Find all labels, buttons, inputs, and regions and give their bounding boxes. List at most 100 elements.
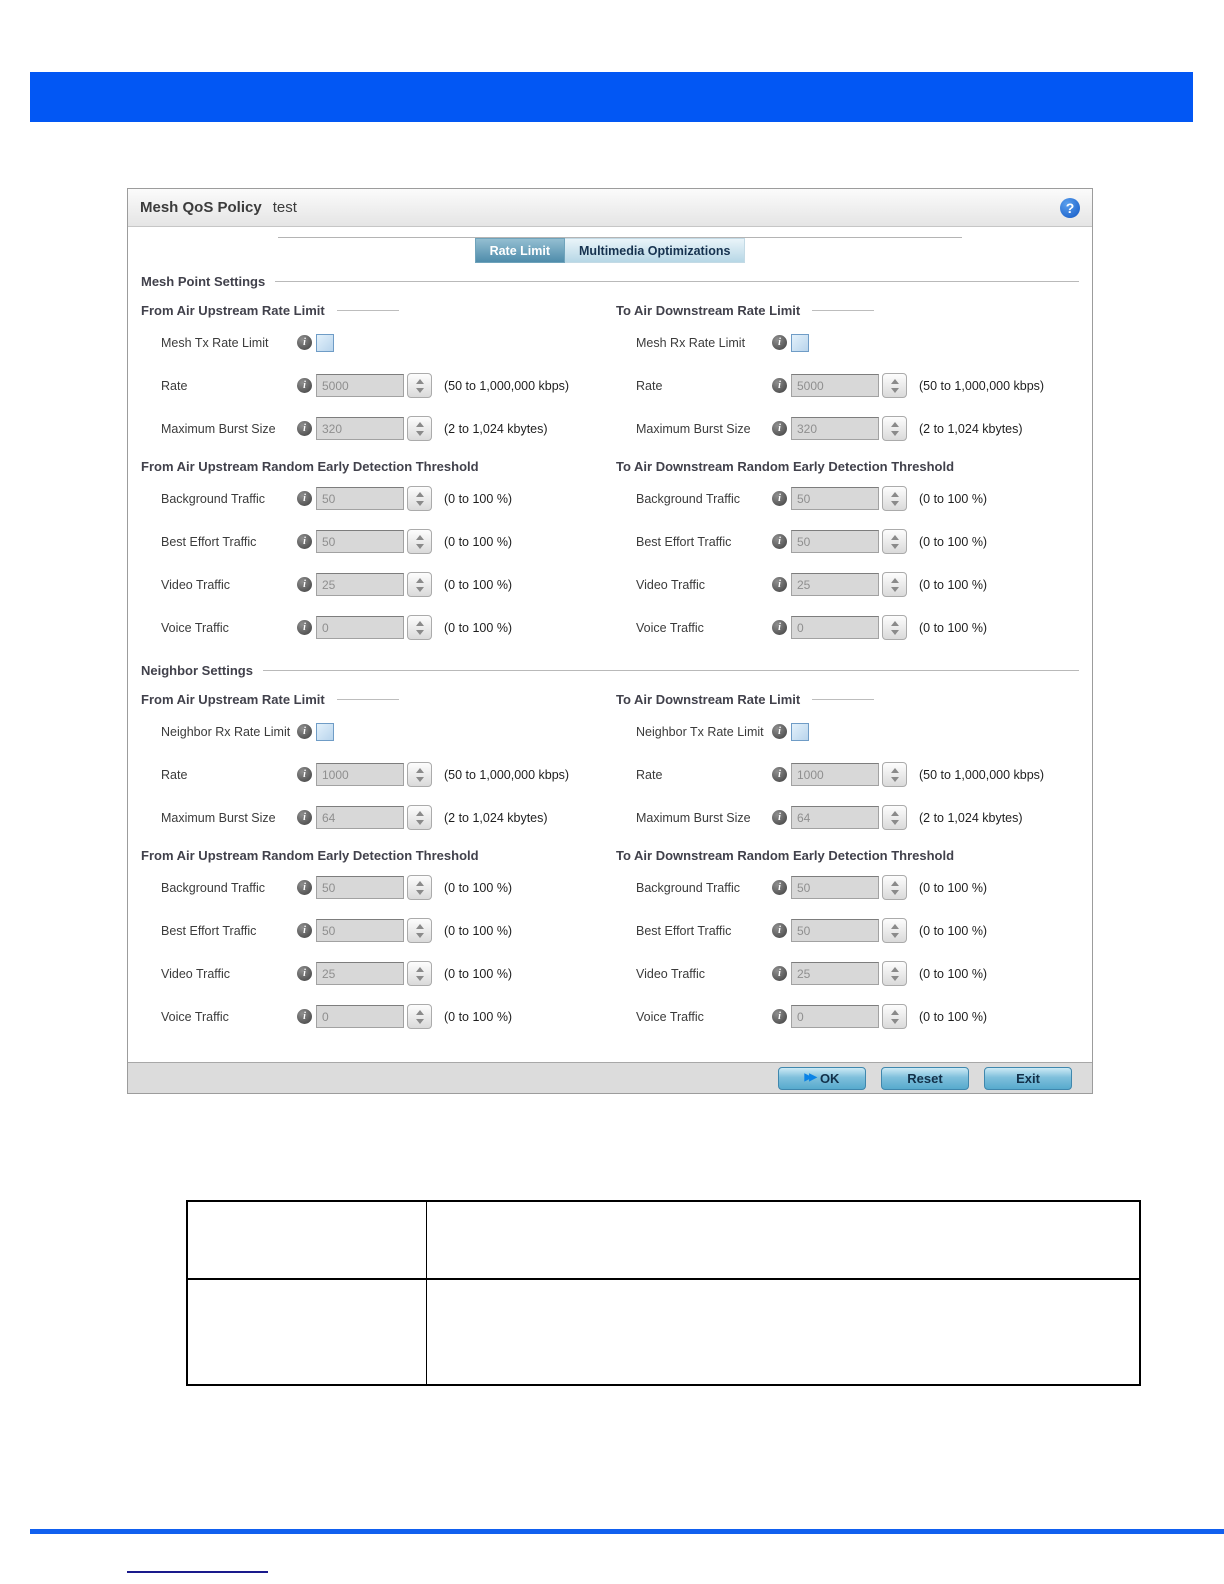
background-traffic-input[interactable] [316, 487, 404, 510]
info-icon[interactable] [772, 1009, 787, 1024]
info-icon[interactable] [297, 491, 312, 506]
info-icon[interactable] [297, 810, 312, 825]
video-traffic-input[interactable] [791, 573, 879, 596]
info-icon[interactable] [297, 966, 312, 981]
spinner[interactable] [882, 572, 907, 597]
spinner-down-icon[interactable] [890, 889, 899, 895]
spinner[interactable] [407, 615, 432, 640]
mesh-rx-rate-limit-checkbox[interactable] [791, 333, 809, 352]
spinner[interactable] [882, 529, 907, 554]
best-effort-traffic-input[interactable] [316, 919, 404, 942]
info-icon[interactable] [772, 577, 787, 592]
spinner-down-icon[interactable] [415, 430, 424, 436]
info-icon[interactable] [772, 966, 787, 981]
spinner-down-icon[interactable] [415, 1018, 424, 1024]
spinner[interactable] [407, 416, 432, 441]
spinner-down-icon[interactable] [890, 932, 899, 938]
max-burst-size-input[interactable] [316, 806, 404, 829]
spinner-down-icon[interactable] [415, 975, 424, 981]
voice-traffic-input[interactable] [316, 616, 404, 639]
voice-traffic-input[interactable] [791, 1005, 879, 1028]
voice-traffic-input[interactable] [791, 616, 879, 639]
voice-traffic-input[interactable] [316, 1005, 404, 1028]
info-icon[interactable] [297, 378, 312, 393]
spinner[interactable] [407, 529, 432, 554]
spinner-down-icon[interactable] [415, 500, 424, 506]
spinner-down-icon[interactable] [415, 387, 424, 393]
spinner[interactable] [407, 762, 432, 787]
spinner[interactable] [882, 416, 907, 441]
spinner-down-icon[interactable] [890, 586, 899, 592]
info-icon[interactable] [297, 620, 312, 635]
best-effort-traffic-input[interactable] [791, 530, 879, 553]
info-icon[interactable] [772, 421, 787, 436]
spinner[interactable] [407, 961, 432, 986]
spinner[interactable] [407, 875, 432, 900]
info-icon[interactable] [772, 810, 787, 825]
info-icon[interactable] [297, 335, 312, 350]
best-effort-traffic-input[interactable] [791, 919, 879, 942]
info-icon[interactable] [772, 767, 787, 782]
info-icon[interactable] [772, 923, 787, 938]
spinner-down-icon[interactable] [415, 889, 424, 895]
spinner[interactable] [882, 961, 907, 986]
info-icon[interactable] [772, 534, 787, 549]
spinner-up-icon[interactable] [415, 378, 424, 384]
info-icon[interactable] [772, 620, 787, 635]
spinner-up-icon[interactable] [890, 577, 899, 583]
spinner-down-icon[interactable] [415, 586, 424, 592]
max-burst-size-input[interactable] [791, 417, 879, 440]
info-icon[interactable] [772, 724, 787, 739]
help-icon[interactable] [1060, 197, 1080, 218]
max-burst-size-input[interactable] [791, 806, 879, 829]
rate-input[interactable] [791, 374, 879, 397]
info-icon[interactable] [772, 491, 787, 506]
tab-rate-limit[interactable]: Rate Limit [474, 238, 566, 263]
neighbor-tx-rate-limit-checkbox[interactable] [791, 722, 809, 741]
spinner-down-icon[interactable] [890, 500, 899, 506]
spinner-up-icon[interactable] [415, 966, 424, 972]
rate-input[interactable] [316, 374, 404, 397]
spinner-up-icon[interactable] [890, 923, 899, 929]
spinner-up-icon[interactable] [890, 534, 899, 540]
neighbor-rx-rate-limit-checkbox[interactable] [316, 722, 334, 741]
spinner[interactable] [407, 572, 432, 597]
info-icon[interactable] [772, 335, 787, 350]
spinner-down-icon[interactable] [890, 819, 899, 825]
spinner-up-icon[interactable] [415, 767, 424, 773]
spinner-down-icon[interactable] [890, 629, 899, 635]
spinner-down-icon[interactable] [415, 543, 424, 549]
background-traffic-input[interactable] [316, 876, 404, 899]
spinner-down-icon[interactable] [415, 776, 424, 782]
spinner-up-icon[interactable] [890, 810, 899, 816]
spinner-up-icon[interactable] [415, 491, 424, 497]
spinner[interactable] [882, 875, 907, 900]
spinner-down-icon[interactable] [890, 975, 899, 981]
spinner-up-icon[interactable] [890, 491, 899, 497]
spinner-up-icon[interactable] [415, 534, 424, 540]
spinner-up-icon[interactable] [890, 620, 899, 626]
spinner[interactable] [882, 805, 907, 830]
info-icon[interactable] [297, 724, 312, 739]
spinner-up-icon[interactable] [415, 620, 424, 626]
spinner-down-icon[interactable] [890, 776, 899, 782]
max-burst-size-input[interactable] [316, 417, 404, 440]
spinner-up-icon[interactable] [890, 966, 899, 972]
spinner[interactable] [882, 486, 907, 511]
info-icon[interactable] [772, 378, 787, 393]
rate-input[interactable] [791, 763, 879, 786]
spinner-down-icon[interactable] [415, 932, 424, 938]
spinner-down-icon[interactable] [890, 1018, 899, 1024]
info-icon[interactable] [297, 534, 312, 549]
spinner-up-icon[interactable] [415, 577, 424, 583]
spinner[interactable] [407, 918, 432, 943]
spinner-up-icon[interactable] [890, 421, 899, 427]
video-traffic-input[interactable] [316, 962, 404, 985]
rate-input[interactable] [316, 763, 404, 786]
spinner-down-icon[interactable] [415, 629, 424, 635]
spinner[interactable] [407, 1004, 432, 1029]
spinner-down-icon[interactable] [890, 430, 899, 436]
spinner-up-icon[interactable] [415, 880, 424, 886]
spinner-up-icon[interactable] [890, 767, 899, 773]
spinner[interactable] [882, 918, 907, 943]
